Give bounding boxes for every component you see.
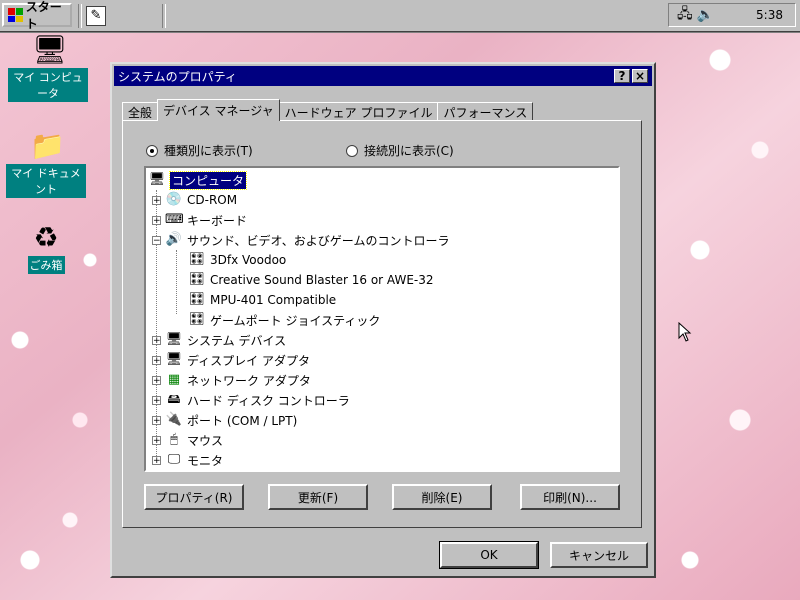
cancel-button[interactable]: キャンセル	[550, 542, 648, 568]
recycle-bin-icon: ♻	[33, 221, 59, 254]
tab-hardware-profiles[interactable]: ハードウェア プロファイル	[278, 102, 439, 121]
desktop-icon-my-documents[interactable]: 📁 マイ ドキュメント	[6, 130, 86, 198]
system-tray: 🖧 🔈 5:38	[668, 3, 796, 27]
tab-panel	[122, 120, 642, 528]
taskbar: スタート ✎ 🖧 🔈 5:38	[0, 0, 800, 33]
desktop-icon-my-computer[interactable]: 🖥 マイ コンピュータ	[8, 34, 88, 102]
network-icon[interactable]: 🖧	[677, 3, 693, 27]
system-properties-dialog: システムのプロパティ ? × 全般 デバイス マネージャ ハードウェア プロファ…	[110, 62, 656, 578]
tab-general[interactable]: 全般	[122, 102, 159, 121]
start-button[interactable]: スタート	[2, 0, 72, 31]
help-button[interactable]: ?	[614, 69, 630, 83]
my-computer-icon: 🖥	[32, 33, 68, 66]
desktop-icon-label: マイ コンピュータ	[8, 68, 88, 102]
close-button[interactable]: ×	[632, 69, 648, 83]
dialog-title: システムのプロパティ	[118, 69, 237, 84]
notepad-icon[interactable]: ✎	[86, 6, 106, 26]
taskbar-separator	[162, 4, 166, 28]
ok-button[interactable]: OK	[439, 541, 539, 569]
desktop-icon-label: ごみ箱	[27, 256, 65, 274]
dialog-titlebar[interactable]: システムのプロパティ ? ×	[114, 66, 652, 86]
my-documents-icon: 📁	[30, 129, 65, 162]
mouse-cursor-icon	[678, 322, 692, 342]
volume-icon[interactable]: 🔈	[697, 7, 714, 23]
tab-device-manager[interactable]: デバイス マネージャ	[157, 99, 280, 121]
clock[interactable]: 5:38	[756, 8, 783, 22]
start-label: スタート	[25, 0, 62, 31]
taskbar-separator	[78, 4, 82, 28]
desktop-icon-label: マイ ドキュメント	[6, 164, 86, 198]
desktop-icon-recycle-bin[interactable]: ♻ ごみ箱	[6, 222, 86, 274]
tab-performance[interactable]: パフォーマンス	[437, 102, 534, 121]
windows-logo-icon	[8, 8, 23, 22]
tab-strip: 全般 デバイス マネージャ ハードウェア プロファイル パフォーマンス	[122, 99, 534, 121]
